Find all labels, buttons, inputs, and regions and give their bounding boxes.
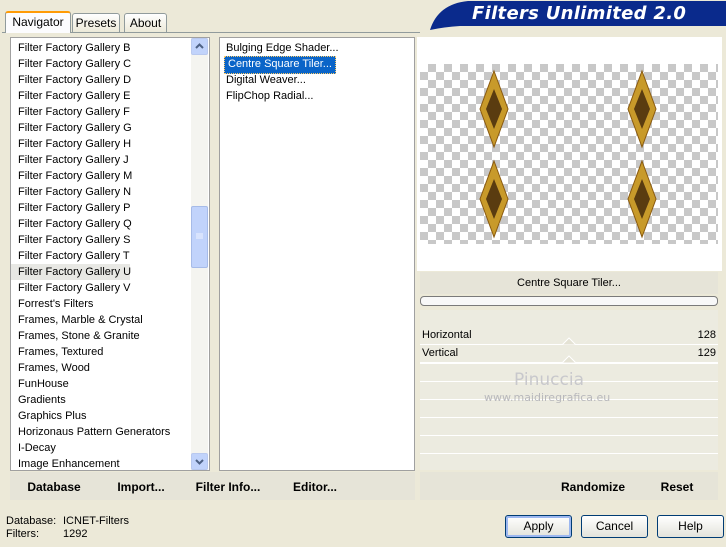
category-item[interactable]: Filter Factory Gallery U <box>11 264 131 280</box>
watermark-url: www.maidiregrafica.eu <box>484 391 611 404</box>
database-label: Database: <box>6 515 57 527</box>
category-item[interactable]: Frames, Marble & Crystal <box>11 312 191 328</box>
preview-image[interactable] <box>420 64 718 244</box>
banner-title: Filters Unlimited 2.0 <box>472 3 687 24</box>
filter-items: Bulging Edge Shader... Centre Square Tile… <box>224 40 339 104</box>
scroll-up-button[interactable] <box>191 38 208 55</box>
filter-info-button[interactable]: Filter Info... <box>194 477 262 497</box>
category-item[interactable]: Frames, Wood <box>11 360 191 376</box>
database-value: ICNET-Filters <box>63 515 129 527</box>
category-item[interactable]: Filter Factory Gallery T <box>11 248 191 264</box>
slider-value: 128 <box>697 329 716 341</box>
category-item[interactable]: Filter Factory Gallery B <box>11 40 191 56</box>
category-item[interactable]: Filter Factory Gallery S <box>11 232 191 248</box>
tab-navigator[interactable]: Navigator <box>5 11 71 33</box>
filter-item[interactable]: Bulging Edge Shader... <box>224 42 339 54</box>
category-item[interactable]: Filter Factory Gallery P <box>11 200 191 216</box>
category-item[interactable]: Filter Factory Gallery F <box>11 104 191 120</box>
tab-about[interactable]: About <box>124 13 167 32</box>
category-item[interactable]: Image Enhancement <box>11 456 191 472</box>
watermark-name: Pinuccia <box>514 370 584 390</box>
category-item[interactable]: FunHouse <box>11 376 191 392</box>
editor-button[interactable]: Editor... <box>290 477 340 497</box>
category-scrollbar[interactable] <box>191 38 208 470</box>
tab-presets[interactable]: Presets <box>72 13 120 32</box>
category-item[interactable]: Filter Factory Gallery E <box>11 88 191 104</box>
category-item[interactable]: Filter Factory Gallery D <box>11 72 191 88</box>
empty-slider-row <box>420 417 718 435</box>
empty-slider-row <box>420 453 718 471</box>
slider-vertical[interactable]: Vertical 129 <box>420 345 718 363</box>
category-item[interactable]: I-Decay <box>11 440 191 456</box>
slider-thumb-icon[interactable] <box>562 337 576 345</box>
category-item[interactable]: Gradients <box>11 392 191 408</box>
category-item[interactable]: Horizonaus Pattern Generators <box>11 424 191 440</box>
category-item[interactable]: Frames, Stone & Granite <box>11 328 191 344</box>
category-item[interactable]: Filter Factory Gallery M <box>11 168 191 184</box>
import-button[interactable]: Import... <box>114 477 168 497</box>
category-item[interactable]: Filter Factory Gallery V <box>11 280 191 296</box>
category-items: Filter Factory Gallery B Filter Factory G… <box>11 40 191 472</box>
category-item[interactable]: Frames, Textured <box>11 344 191 360</box>
title-banner: Filters Unlimited 2.0 <box>420 0 726 30</box>
filter-item[interactable]: Digital Weaver... <box>224 74 306 86</box>
category-item[interactable]: Graphics Plus <box>11 408 191 424</box>
reset-button[interactable]: Reset <box>656 477 698 497</box>
apply-button[interactable]: Apply <box>505 515 572 538</box>
scroll-down-button[interactable] <box>191 453 208 470</box>
slider-label: Vertical <box>422 347 459 359</box>
slider-value: 129 <box>697 347 716 359</box>
cancel-button[interactable]: Cancel <box>581 515 648 538</box>
filter-name-bar: Centre Square Tiler... <box>420 272 718 294</box>
chevron-up-icon <box>195 43 204 49</box>
slider-horizontal[interactable]: Horizontal 128 <box>420 327 718 345</box>
preview-filter-name: Centre Square Tiler... <box>517 277 621 289</box>
randomize-button[interactable]: Randomize <box>558 477 628 497</box>
filters-label: Filters: <box>6 528 39 540</box>
help-button[interactable]: Help <box>657 515 724 538</box>
category-item[interactable]: Filter Factory Gallery J <box>11 152 191 168</box>
category-list[interactable]: Filter Factory Gallery B Filter Factory G… <box>10 37 210 471</box>
filter-list[interactable]: Bulging Edge Shader... Centre Square Tile… <box>219 37 415 471</box>
category-item[interactable]: Filter Factory Gallery H <box>11 136 191 152</box>
empty-slider-row <box>420 435 718 453</box>
database-button[interactable]: Database <box>24 477 84 497</box>
category-item[interactable]: Forrest's Filters <box>11 296 191 312</box>
progress-bar <box>420 296 718 306</box>
slider-thumb-icon[interactable] <box>562 355 576 363</box>
grip-icon <box>196 233 203 239</box>
slider-label: Horizontal <box>422 329 472 341</box>
filters-count: 1292 <box>63 528 88 540</box>
chevron-down-icon <box>195 459 204 465</box>
filter-item[interactable]: FlipChop Radial... <box>224 90 313 102</box>
category-item[interactable]: Filter Factory Gallery G <box>11 120 191 136</box>
preview-diamonds <box>479 69 657 239</box>
scroll-thumb[interactable] <box>191 206 208 268</box>
category-item[interactable]: Filter Factory Gallery Q <box>11 216 191 232</box>
category-item[interactable]: Filter Factory Gallery N <box>11 184 191 200</box>
category-item[interactable]: Filter Factory Gallery C <box>11 56 191 72</box>
